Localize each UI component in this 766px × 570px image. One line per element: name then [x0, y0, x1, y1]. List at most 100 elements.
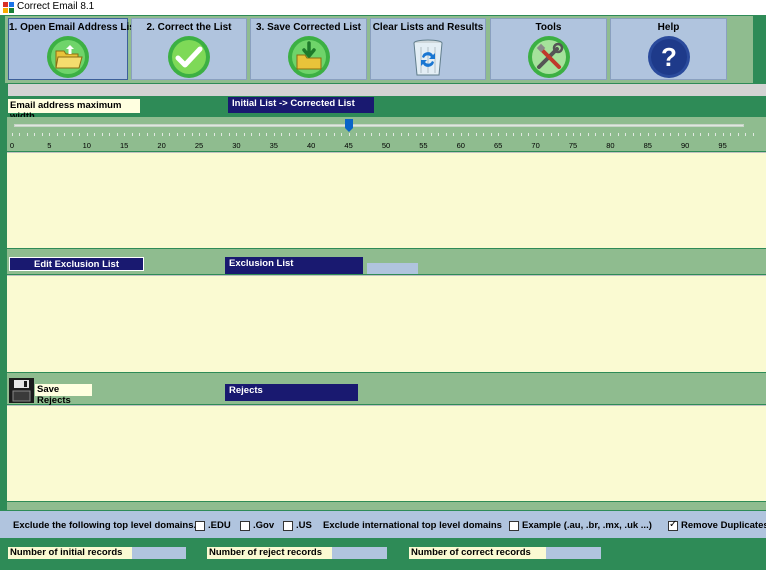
- email-width-slider-track[interactable]: [14, 124, 744, 127]
- slider-tick: [19, 133, 21, 136]
- slider-tick: [213, 133, 215, 136]
- slider-tick-label: 70: [531, 141, 540, 150]
- exclusion-list-header: Exclusion List: [225, 257, 363, 274]
- slider-tick: [565, 133, 567, 136]
- help-icon: ?: [647, 36, 690, 78]
- slider-tick: [94, 133, 96, 136]
- exclusion-list-panel[interactable]: [7, 275, 766, 372]
- checkmark-icon: [168, 36, 210, 78]
- slider-tick: [393, 133, 395, 136]
- slider-tick: [662, 133, 664, 136]
- slider-tick: [12, 133, 13, 136]
- slider-tick: [341, 133, 343, 136]
- slider-tick-label: 60: [456, 141, 465, 150]
- correct-list-label: 2. Correct the List: [146, 22, 232, 33]
- slider-tick: [266, 133, 268, 136]
- rejects-panel[interactable]: [7, 405, 766, 501]
- slider-tick-label: 85: [643, 141, 652, 150]
- slider-tick: [558, 133, 560, 136]
- clear-lists-button[interactable]: Clear Lists and Results: [370, 18, 486, 80]
- tools-icon: [527, 36, 570, 78]
- slider-tick: [445, 133, 447, 136]
- initial-list-header: Initial List -> Corrected List: [228, 97, 374, 113]
- slider-tick: [722, 133, 724, 136]
- slider-tick: [535, 133, 537, 136]
- exclude-domains-label: Exclude the following top level domains.: [13, 520, 197, 531]
- slider-tick: [460, 133, 462, 136]
- tools-button[interactable]: Tools: [490, 18, 607, 80]
- open-email-list-button[interactable]: 1. Open Email Address List: [8, 18, 138, 80]
- slider-tick: [348, 133, 350, 136]
- email-width-label: Email address maximum width.: [8, 99, 140, 122]
- slider-tick: [326, 133, 328, 136]
- svg-text:?: ?: [661, 42, 677, 72]
- floppy-disk-icon[interactable]: [9, 378, 34, 403]
- slider-tick: [273, 133, 275, 136]
- slider-tick: [64, 133, 66, 136]
- clear-lists-label: Clear Lists and Results: [372, 22, 484, 33]
- corrected-list-panel[interactable]: [7, 152, 766, 248]
- slider-tick: [34, 133, 36, 136]
- slider-tick: [79, 133, 81, 136]
- slider-tick: [371, 133, 373, 136]
- slider-tick: [468, 133, 470, 136]
- slider-tick: [707, 133, 709, 136]
- initial-records-label: Number of initial records: [8, 547, 132, 559]
- gov-checkbox[interactable]: [240, 521, 250, 531]
- slider-tick: [505, 133, 507, 136]
- save-corrected-list-button[interactable]: 3. Save Corrected List: [250, 18, 367, 80]
- reject-records-value: [332, 547, 387, 559]
- slider-tick: [580, 133, 582, 136]
- email-width-slider-thumb[interactable]: [344, 119, 353, 132]
- slider-tick: [161, 133, 163, 136]
- bottom-strip: [7, 502, 766, 510]
- slider-tick: [423, 133, 425, 136]
- slider-tick: [333, 133, 335, 136]
- tools-label: Tools: [535, 22, 562, 33]
- slider-tick: [109, 133, 111, 136]
- title-bar: Correct Email 8.1: [0, 0, 766, 15]
- remove-duplicates-label: Remove Duplicates: [681, 520, 766, 531]
- slider-tick: [415, 133, 417, 136]
- slider-tick: [520, 133, 522, 136]
- slider-tick: [146, 133, 148, 136]
- correct-list-button[interactable]: 2. Correct the List: [131, 18, 247, 80]
- help-button[interactable]: Help ?: [610, 18, 727, 80]
- slider-tick: [655, 133, 657, 136]
- slider-tick: [363, 133, 365, 136]
- remove-duplicates-checkbox[interactable]: [668, 519, 678, 531]
- slider-tick: [602, 133, 604, 136]
- slider-tick: [595, 133, 597, 136]
- slider-tick: [700, 133, 702, 136]
- slider-tick-label: 20: [157, 141, 166, 150]
- international-domains-checkbox[interactable]: [509, 521, 519, 531]
- slider-tick-label: 40: [307, 141, 316, 150]
- rejects-header-row: [7, 373, 766, 404]
- slider-tick: [288, 133, 290, 136]
- slider-tick: [715, 133, 717, 136]
- app-icon: [3, 2, 14, 13]
- slider-tick: [281, 133, 283, 136]
- exclude-international-label: Exclude international top level domains: [323, 520, 502, 531]
- slider-tick: [400, 133, 402, 136]
- slider-tick: [154, 133, 156, 136]
- help-label: Help: [657, 22, 680, 33]
- slider-tick: [685, 133, 687, 136]
- slider-tick-label: 65: [494, 141, 503, 150]
- slider-tick: [617, 133, 619, 136]
- international-domains-example-label: Example (.au, .br, .mx, .uk ...): [522, 520, 652, 531]
- slider-tick: [49, 133, 51, 136]
- folder-open-icon: [47, 36, 89, 78]
- slider-tick-label: 80: [606, 141, 615, 150]
- save-rejects-button[interactable]: Save Rejects: [35, 384, 92, 406]
- slider-tick: [184, 133, 186, 136]
- slider-tick: [587, 133, 589, 136]
- slider-tick-label: 45: [344, 141, 353, 150]
- slider-tick: [303, 133, 305, 136]
- slider-tick: [258, 133, 260, 136]
- edu-checkbox[interactable]: [195, 521, 205, 531]
- edit-exclusion-list-button[interactable]: Edit Exclusion List: [9, 257, 144, 271]
- us-checkbox[interactable]: [283, 521, 293, 531]
- slider-tick-label: 15: [120, 141, 129, 150]
- initial-records-value: [132, 547, 186, 559]
